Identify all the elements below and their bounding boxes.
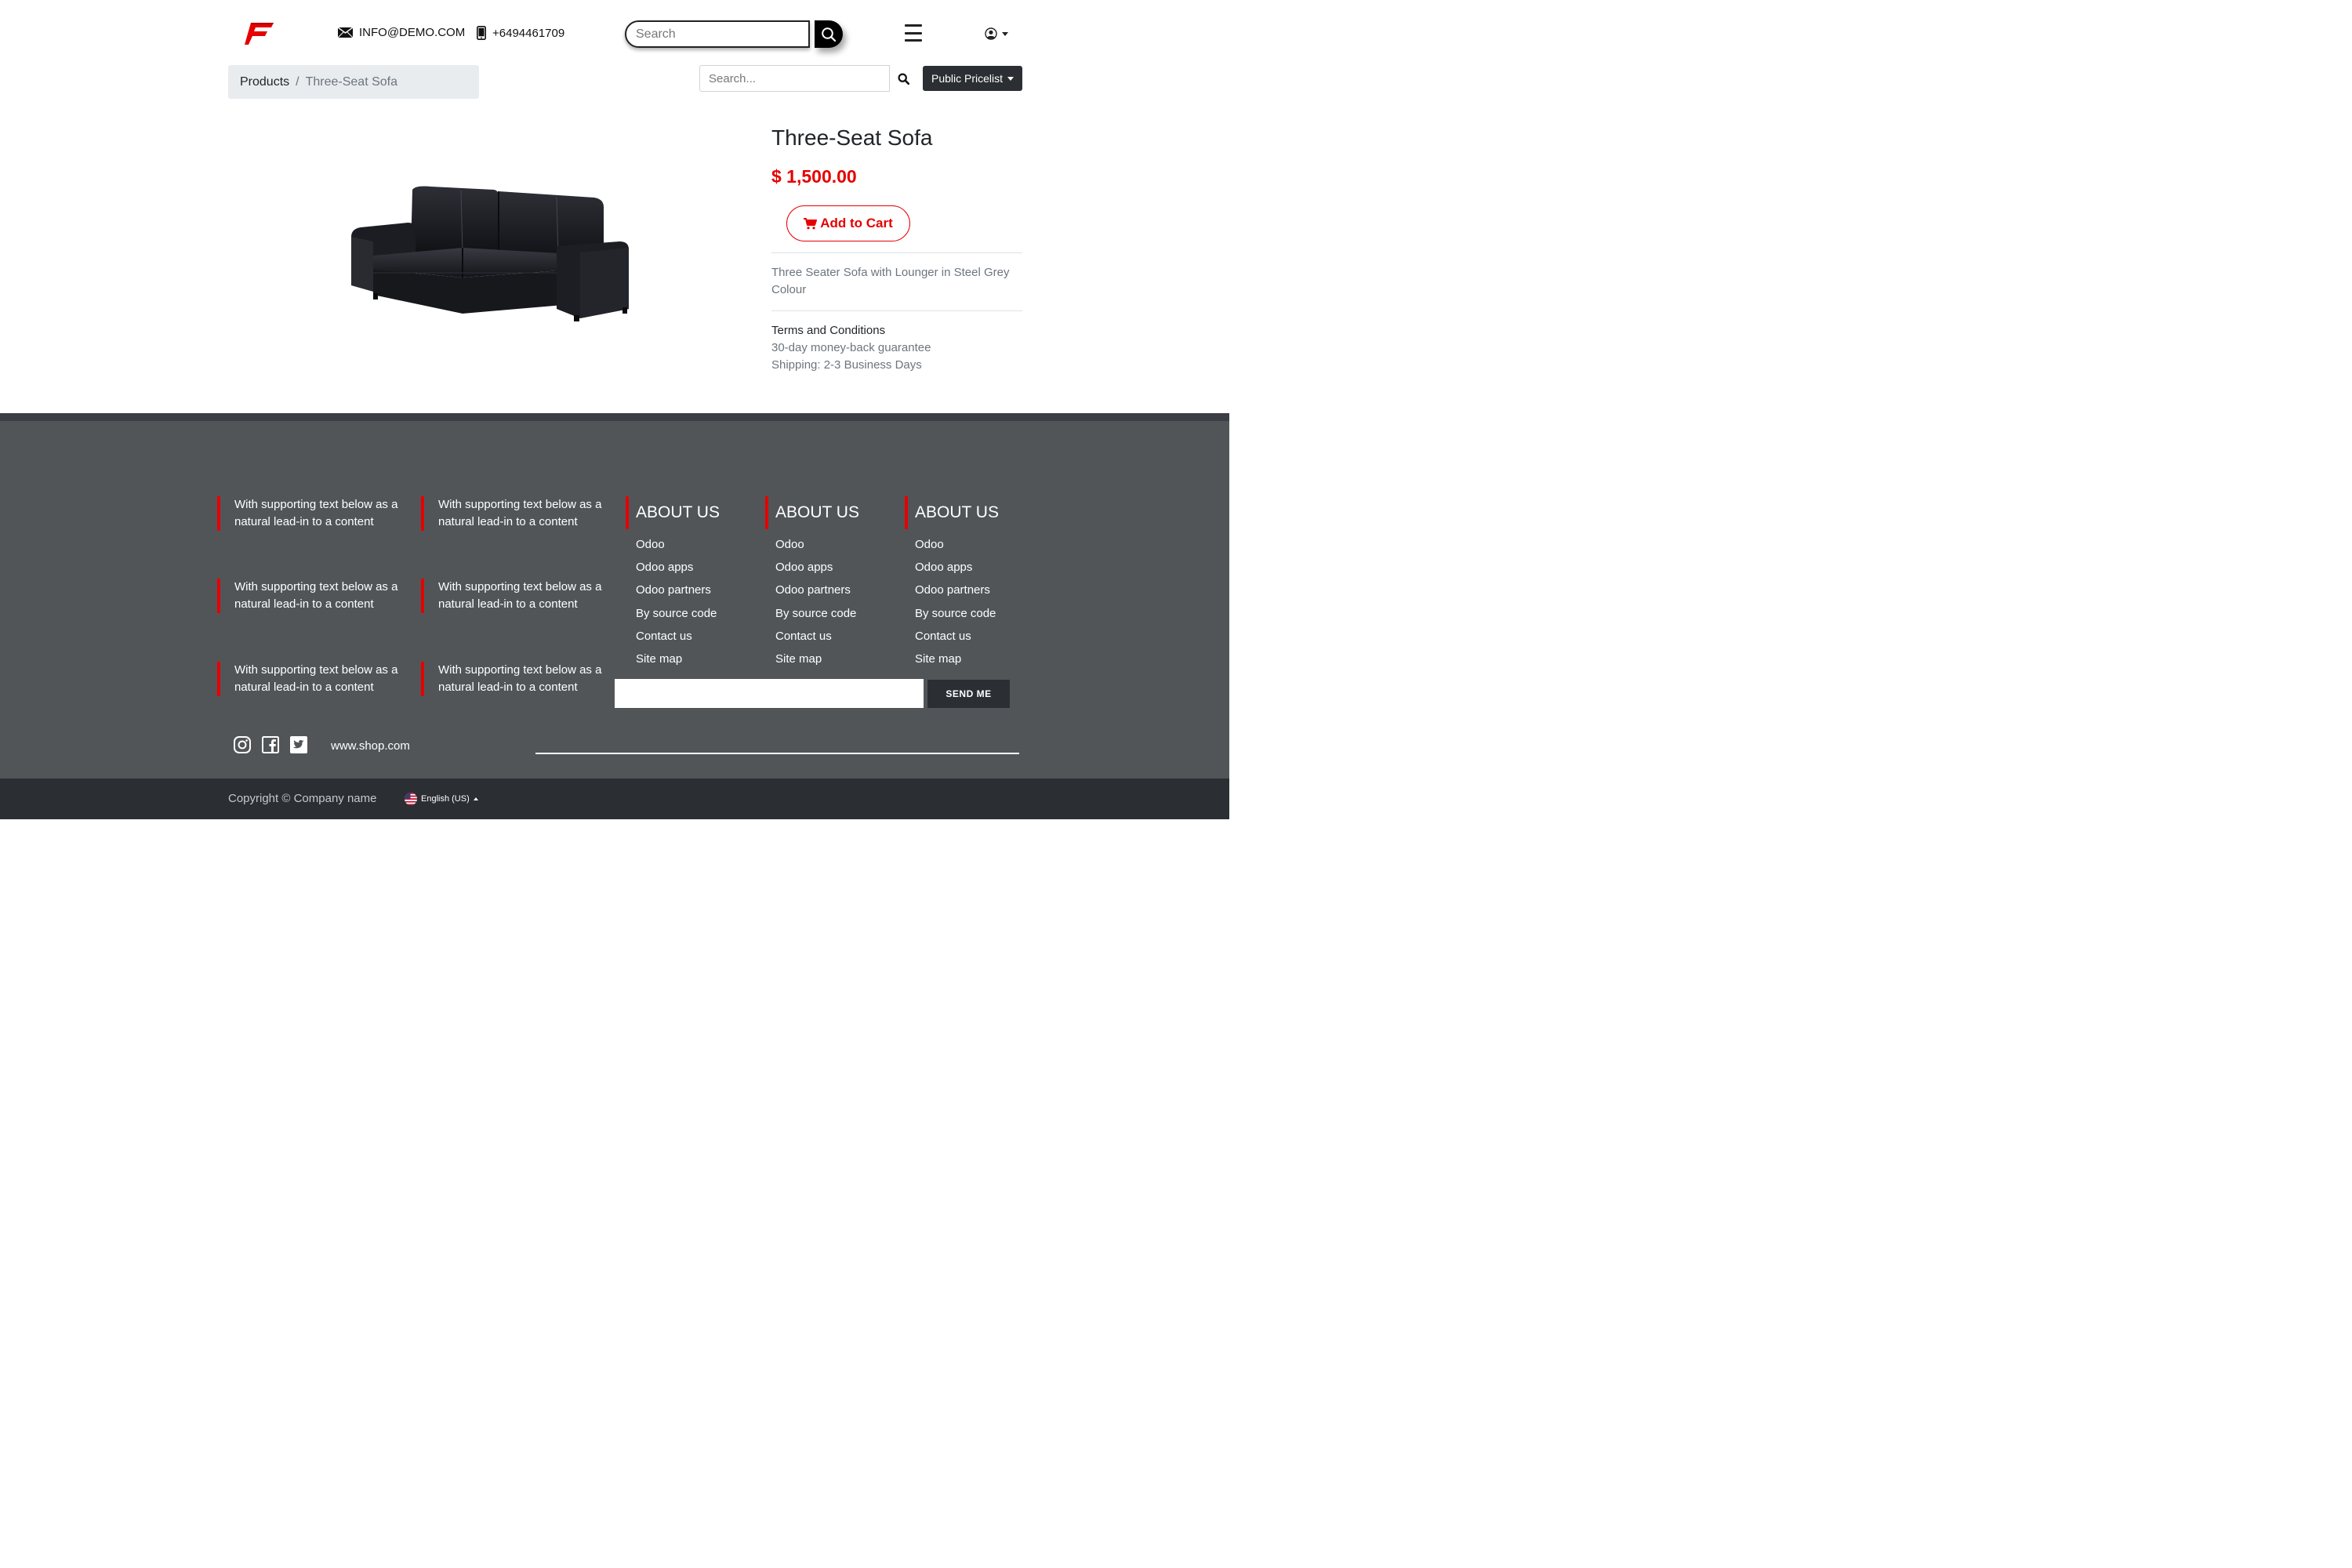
- send-me-button[interactable]: SEND ME: [927, 680, 1010, 708]
- footer-feature: With supporting text below as a natural …: [217, 662, 409, 696]
- footer-link-site-map[interactable]: Site map: [915, 652, 999, 674]
- footer-column-about-1: ABOUT US Odoo Odoo apps Odoo partners By…: [626, 496, 720, 674]
- language-selector[interactable]: English (US): [405, 793, 478, 805]
- header-search-box: [625, 20, 810, 48]
- shopping-cart-icon: [804, 217, 818, 229]
- copyright-bar: [0, 779, 1229, 819]
- breadcrumb: Products / Three-Seat Sofa: [228, 65, 479, 99]
- product-search-button[interactable]: [892, 65, 914, 92]
- user-circle-icon: [985, 27, 997, 40]
- chevron-down-icon: [1007, 76, 1014, 81]
- newsletter-email-input[interactable]: [615, 679, 924, 708]
- footer-link-odoo-apps[interactable]: Odoo apps: [775, 560, 859, 583]
- footer-link-odoo-apps[interactable]: Odoo apps: [636, 560, 720, 583]
- envelope-icon: [338, 27, 353, 38]
- terms-shipping: Shipping: 2-3 Business Days: [771, 358, 922, 372]
- breadcrumb-products-link[interactable]: Products: [240, 75, 289, 89]
- terms-title[interactable]: Terms and Conditions: [771, 322, 1022, 339]
- footer-link-odoo-apps[interactable]: Odoo apps: [915, 560, 999, 583]
- divider: [771, 252, 1022, 253]
- footer-feature: With supporting text below as a natural …: [217, 579, 409, 613]
- hamburger-icon[interactable]: [905, 24, 922, 42]
- footer-column-title: ABOUT US: [626, 496, 720, 529]
- copyright-text: Copyright © Company name: [228, 792, 377, 805]
- language-label: English (US): [421, 794, 470, 804]
- site-header: INFO@DEMO.COM +6494461709: [0, 0, 1229, 63]
- footer-link-odoo[interactable]: Odoo: [775, 537, 859, 560]
- divider: [771, 310, 1022, 311]
- footer-link-contact-us[interactable]: Contact us: [636, 629, 720, 652]
- product-title: Three-Seat Sofa: [771, 125, 933, 150]
- us-flag-icon: [405, 793, 417, 805]
- magnifier-icon: [822, 27, 837, 42]
- header-search-input[interactable]: [636, 27, 793, 42]
- footer-link-site-map[interactable]: Site map: [775, 652, 859, 674]
- footer-column-about-2: ABOUT US Odoo Odoo apps Odoo partners By…: [765, 496, 859, 674]
- twitter-icon[interactable]: [289, 735, 308, 754]
- footer-link-odoo-partners[interactable]: Odoo partners: [636, 583, 720, 605]
- phone-text: +6494461709: [492, 26, 565, 40]
- facebook-icon[interactable]: [261, 735, 280, 754]
- breadcrumb-current: Three-Seat Sofa: [305, 74, 397, 89]
- brand-logo[interactable]: [245, 21, 274, 46]
- search-icon: [897, 72, 909, 85]
- product-image: [351, 186, 629, 321]
- footer-link-source-code[interactable]: By source code: [636, 606, 720, 629]
- footer-feature: With supporting text below as a natural …: [217, 496, 409, 531]
- footer-top-bar: [0, 413, 1229, 421]
- header-search-button[interactable]: [815, 20, 843, 48]
- footer-link-odoo-partners[interactable]: Odoo partners: [915, 583, 999, 605]
- instagram-icon[interactable]: [233, 735, 252, 754]
- add-to-cart-label: Add to Cart: [820, 216, 893, 230]
- footer-link-odoo-partners[interactable]: Odoo partners: [775, 583, 859, 605]
- email-text: INFO@DEMO.COM: [359, 26, 466, 39]
- footer-link-source-code[interactable]: By source code: [775, 606, 859, 629]
- footer-feature: With supporting text below as a natural …: [421, 496, 613, 531]
- footer-link-odoo[interactable]: Odoo: [915, 537, 999, 560]
- footer-column-about-3: ABOUT US Odoo Odoo apps Odoo partners By…: [905, 496, 999, 674]
- terms-section: Terms and Conditions 30-day money-back g…: [771, 322, 1022, 374]
- footer-feature: With supporting text below as a natural …: [421, 662, 613, 696]
- chevron-down-icon: [1002, 31, 1008, 36]
- product-search-input[interactable]: [709, 71, 881, 85]
- pricelist-label: Public Pricelist: [931, 72, 1004, 85]
- mobile-phone-icon: [477, 26, 486, 40]
- footer-column-title: ABOUT US: [765, 496, 859, 529]
- social-links: [233, 735, 308, 754]
- user-menu-toggle[interactable]: [985, 27, 1008, 40]
- product-price: $ 1,500.00: [771, 166, 857, 187]
- footer-column-title: ABOUT US: [905, 496, 999, 529]
- footer-link-source-code[interactable]: By source code: [915, 606, 999, 629]
- product-search-box: [699, 65, 890, 92]
- footer: [0, 421, 1229, 779]
- chevron-up-icon: [473, 797, 478, 800]
- footer-link-site-map[interactable]: Site map: [636, 652, 720, 674]
- footer-link-odoo[interactable]: Odoo: [636, 537, 720, 560]
- contact-email[interactable]: INFO@DEMO.COM: [338, 26, 465, 39]
- footer-feature: With supporting text below as a natural …: [421, 579, 613, 613]
- footer-divider-line: [535, 753, 1019, 754]
- footer-link-contact-us[interactable]: Contact us: [915, 629, 999, 652]
- add-to-cart-button[interactable]: Add to Cart: [786, 205, 910, 241]
- product-description: Three Seater Sofa with Lounger in Steel …: [771, 266, 1010, 296]
- breadcrumb-separator: /: [296, 74, 299, 89]
- pricelist-dropdown[interactable]: Public Pricelist: [923, 66, 1022, 91]
- footer-link-contact-us[interactable]: Contact us: [775, 629, 859, 652]
- shop-url-link[interactable]: www.shop.com: [331, 739, 410, 753]
- terms-guarantee: 30-day money-back guarantee: [771, 341, 931, 354]
- contact-phone[interactable]: +6494461709: [477, 26, 564, 40]
